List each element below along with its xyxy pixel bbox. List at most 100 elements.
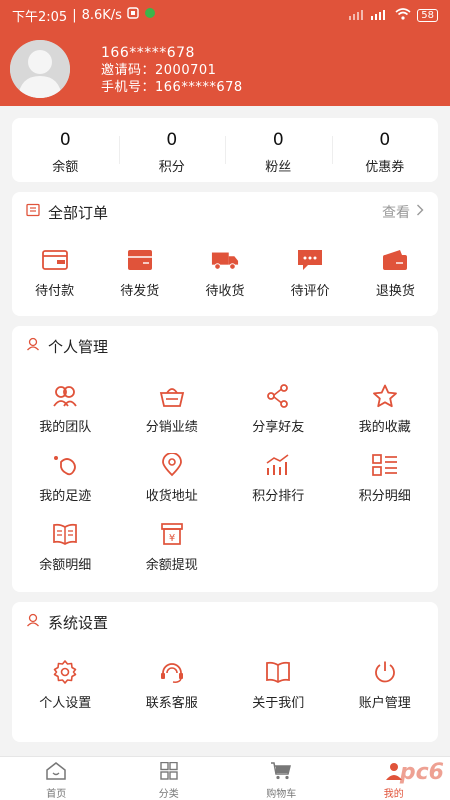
menu-label: 积分明细	[358, 489, 411, 504]
my-team[interactable]: 我的团队	[12, 382, 119, 435]
menu-label: 余额提现	[145, 558, 198, 573]
system-title: 系统设置	[48, 613, 109, 632]
order-list-icon	[26, 203, 40, 221]
stat-points[interactable]: 0 积分	[118, 118, 226, 182]
order-pending-payment[interactable]: 待付款	[12, 246, 97, 299]
menu-label: 收货地址	[145, 489, 198, 504]
footprint-icon	[51, 451, 79, 479]
chevron-right-icon	[416, 204, 424, 220]
bottom-tab-bar: 首页 分类 购物车 我的	[0, 756, 450, 800]
order-pending-receipt[interactable]: 待收货	[182, 246, 267, 299]
order-pending-shipment[interactable]: 待发货	[97, 246, 182, 299]
order-label: 退换货	[375, 284, 415, 299]
notification-icon	[127, 7, 139, 23]
tab-category[interactable]: 分类	[113, 757, 226, 800]
menu-label: 积分排行	[252, 489, 305, 504]
points-ranking[interactable]: 积分排行	[225, 451, 332, 504]
avatar[interactable]	[10, 40, 70, 98]
my-footprint[interactable]: 我的足迹	[12, 451, 119, 504]
menu-label: 个人设置	[39, 696, 92, 711]
menu-label: 余额明细	[39, 558, 92, 573]
profile-header: 166*****678 邀请码：2000701 手机号：166*****678	[0, 30, 450, 106]
orders-card: 全部订单 查看 待付款 待发货 待收货 待评价 退换货	[12, 192, 438, 316]
personal-settings[interactable]: 个人设置	[12, 658, 119, 711]
system-card: 系统设置 个人设置 联系客服 关于我们 账户管理	[12, 602, 438, 742]
stat-value: 0	[59, 130, 71, 150]
orders-header: 全部订单 查看	[12, 192, 438, 232]
menu-label: 我的足迹	[39, 489, 92, 504]
cart-icon	[270, 762, 292, 783]
tab-label: 我的	[383, 789, 404, 800]
stat-balance[interactable]: 0 余额	[12, 118, 119, 182]
invite-code: 邀请码：2000701	[101, 63, 217, 78]
package-icon	[126, 246, 154, 274]
tab-home[interactable]: 首页	[0, 757, 113, 800]
order-label: 待收货	[205, 284, 245, 299]
contact-service[interactable]: 联系客服	[119, 658, 226, 711]
signal-icon	[349, 8, 389, 23]
balance-withdraw[interactable]: ¥ 余额提现	[119, 520, 226, 573]
my-favorites[interactable]: 我的收藏	[332, 382, 439, 435]
open-book-icon	[264, 658, 292, 686]
stat-value: 0	[166, 130, 178, 150]
battery-level: 58	[417, 8, 438, 22]
home-icon	[45, 762, 67, 783]
order-return-exchange[interactable]: 退换货	[353, 246, 438, 299]
stat-label: 优惠券	[365, 160, 405, 175]
svg-text:¥: ¥	[169, 533, 175, 544]
account-management[interactable]: 账户管理	[332, 658, 439, 711]
shipping-address[interactable]: 收货地址	[119, 451, 226, 504]
stat-label: 余额	[52, 160, 79, 175]
wechat-icon	[144, 7, 156, 23]
menu-label: 分销业绩	[145, 420, 198, 435]
share-icon	[264, 382, 292, 410]
ranking-chart-icon	[264, 451, 292, 479]
team-icon	[51, 382, 79, 410]
view-all-label: 查看	[382, 205, 410, 221]
menu-label: 我的收藏	[358, 420, 411, 435]
wallet-icon	[41, 246, 69, 274]
order-pending-review[interactable]: 待评价	[268, 246, 353, 299]
stat-fans[interactable]: 0 粉丝	[225, 118, 332, 182]
user-name: 166*****678	[101, 45, 195, 61]
status-bar: 下午2:05 | 8.6K/s 58	[0, 0, 450, 30]
phone-number: 手机号：166*****678	[101, 80, 243, 95]
menu-label: 联系客服	[145, 696, 198, 711]
stat-label: 粉丝	[265, 160, 292, 175]
status-speed: 8.6K/s	[81, 7, 122, 23]
personal-title: 个人管理	[48, 337, 109, 356]
tab-label: 购物车	[266, 789, 297, 800]
menu-label: 我的团队	[39, 420, 92, 435]
list-detail-icon	[371, 451, 399, 479]
withdraw-icon: ¥	[158, 520, 186, 548]
location-icon	[158, 451, 186, 479]
watermark-logo: pc6	[399, 760, 444, 785]
order-label: 待付款	[35, 284, 75, 299]
user-info: 166*****678 邀请码：2000701 手机号：166*****678	[101, 45, 243, 96]
tab-label: 分类	[158, 789, 179, 800]
points-details[interactable]: 积分明细	[332, 451, 439, 504]
wifi-icon	[395, 7, 411, 23]
gear-icon	[51, 658, 79, 686]
order-label: 待评价	[290, 284, 330, 299]
tab-cart[interactable]: 购物车	[225, 757, 338, 800]
about-us[interactable]: 关于我们	[225, 658, 332, 711]
return-icon	[381, 246, 409, 274]
customer-service-icon	[158, 658, 186, 686]
distribution-performance[interactable]: 分销业绩	[119, 382, 226, 435]
stats-card: 0 余额 0 积分 0 粉丝 0 优惠券	[12, 118, 438, 182]
star-icon	[371, 382, 399, 410]
basket-icon	[158, 382, 186, 410]
system-header: 系统设置	[12, 602, 438, 642]
share-friends[interactable]: 分享好友	[225, 382, 332, 435]
menu-label: 关于我们	[252, 696, 305, 711]
stat-coupons[interactable]: 0 优惠券	[331, 118, 439, 182]
power-icon	[371, 658, 399, 686]
tab-label: 首页	[46, 789, 67, 800]
stat-value: 0	[379, 130, 391, 150]
battery-icon: 58	[417, 8, 438, 22]
category-icon	[158, 761, 180, 783]
stat-label: 积分	[158, 160, 185, 175]
balance-details[interactable]: 余额明细	[12, 520, 119, 573]
view-all-orders-link[interactable]: 查看	[382, 202, 424, 222]
